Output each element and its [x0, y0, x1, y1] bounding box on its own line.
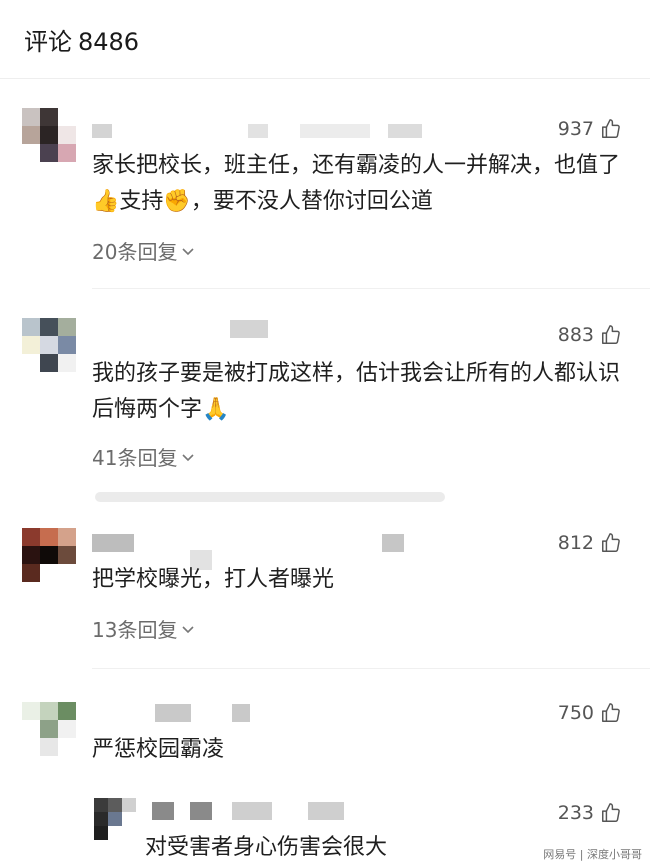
view-replies-button[interactable]: 41条回复 — [92, 442, 195, 471]
username-blurred — [190, 802, 212, 820]
username-blurred[interactable] — [155, 704, 191, 722]
thumbs-up-icon — [602, 703, 620, 722]
like-count: 233 — [557, 802, 594, 824]
like-count: 812 — [557, 532, 594, 554]
view-replies-button[interactable]: 20条回复 — [92, 236, 195, 265]
smudge — [95, 492, 445, 502]
comment-text: 我的孩子要是被打成这样，估计我会让所有的人都认识后悔两个字🙏 — [92, 356, 632, 428]
avatar[interactable] — [22, 528, 76, 582]
username-blurred[interactable] — [92, 534, 134, 552]
comment-text: 严惩校园霸凌 — [92, 732, 632, 768]
username-blurred — [388, 124, 422, 138]
watermark: 网易号 | 深度小哥哥 — [543, 848, 642, 861]
comment-item: 883 我的孩子要是被打成这样，估计我会让所有的人都认识后悔两个字🙏 41条回复 — [0, 310, 650, 502]
avatar[interactable] — [94, 798, 136, 840]
like-button[interactable]: 233 — [558, 802, 622, 824]
like-button[interactable]: 937 — [558, 118, 622, 140]
comment-text-part: 支持 — [119, 189, 164, 214]
username-blurred — [308, 802, 344, 820]
comment-text-part: 把学校曝光，打人者曝光 — [92, 567, 335, 592]
comment-text-part: 我的孩子要是被打成这样，估计我会让所有的人都认识后悔两个字 — [92, 361, 621, 422]
comments-header: 评论 8486 — [0, 0, 650, 79]
username-blurred[interactable] — [92, 124, 112, 138]
username-blurred[interactable] — [152, 802, 174, 820]
username-blurred — [248, 124, 268, 138]
comment-item: 937 家长把校长，班主任，还有霸凌的人一并解决，也值了 👍支持✊，要不没人替你讨… — [0, 100, 650, 290]
comment-text-part: 对受害者身心伤害会很大 — [145, 835, 388, 860]
like-count: 883 — [557, 324, 594, 346]
reply-count: 20条回复 — [92, 240, 178, 264]
username-blurred — [382, 534, 404, 552]
comments-title: 评论 8486 — [24, 22, 139, 57]
avatar[interactable] — [22, 318, 76, 372]
thumbs-up-icon — [602, 325, 620, 344]
like-button[interactable]: 812 — [558, 532, 622, 554]
chevron-down-icon — [182, 625, 195, 633]
avatar[interactable] — [22, 108, 76, 162]
like-button[interactable]: 750 — [558, 702, 622, 724]
comment-text: 把学校曝光，打人者曝光 — [92, 562, 632, 598]
fist-emoji: ✊ — [163, 189, 191, 214]
comment-text: 家长把校长，班主任，还有霸凌的人一并解决，也值了 👍支持✊，要不没人替你讨回公道 — [92, 148, 632, 220]
folded-hands-emoji: 🙏 — [202, 397, 230, 422]
like-count: 937 — [557, 118, 594, 140]
reply-count: 13条回复 — [92, 618, 178, 642]
like-count: 750 — [557, 702, 594, 724]
reply-count: 41条回复 — [92, 446, 178, 470]
chevron-down-icon — [182, 453, 195, 461]
comment-item: 750 严惩校园霸凌 — [0, 690, 650, 780]
comment-text-part: ，要不没人替你讨回公道 — [190, 189, 433, 214]
comment-count: 8486 — [78, 28, 140, 56]
view-replies-button[interactable]: 13条回复 — [92, 614, 195, 643]
username-blurred — [300, 124, 370, 138]
comment-text-part: 严惩校园霸凌 — [92, 737, 225, 762]
username-blurred — [232, 704, 250, 722]
username-blurred[interactable] — [230, 320, 268, 338]
comment-text-part: 家长把校长，班主任，还有霸凌的人一并解决，也值了 — [92, 153, 621, 178]
thumbs-up-icon — [602, 119, 620, 138]
chevron-down-icon — [182, 247, 195, 255]
comment-item: 812 把学校曝光，打人者曝光 13条回复 — [0, 520, 650, 670]
divider — [92, 288, 650, 289]
avatar[interactable] — [22, 702, 76, 756]
thumbs-up-icon — [602, 533, 620, 552]
thumbs-up-icon — [602, 803, 620, 822]
thumbs-up-emoji: 👍 — [92, 189, 120, 214]
divider — [92, 668, 650, 669]
username-blurred — [232, 802, 272, 820]
comments-title-label: 评论 — [24, 28, 72, 56]
like-button[interactable]: 883 — [558, 324, 622, 346]
